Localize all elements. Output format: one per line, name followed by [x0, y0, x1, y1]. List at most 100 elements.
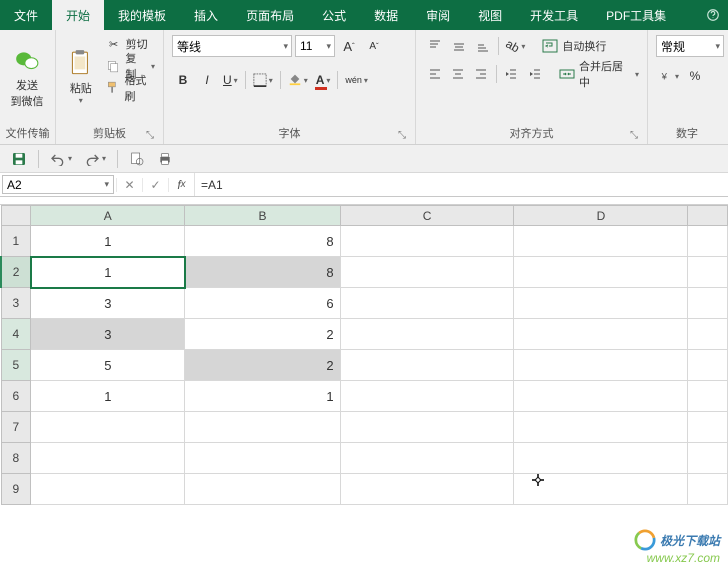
number-format-select[interactable]: 常规: [656, 35, 724, 57]
align-left-button[interactable]: [424, 63, 445, 85]
fill-color-button[interactable]: ▾: [285, 69, 311, 91]
cell-E5[interactable]: [688, 350, 728, 381]
tab-file[interactable]: 文件: [0, 0, 52, 30]
row-header-7[interactable]: 7: [1, 412, 31, 443]
cell-E7[interactable]: [688, 412, 728, 443]
cell-C2[interactable]: [340, 257, 514, 288]
tab-pdftools[interactable]: PDF工具集: [592, 0, 680, 30]
row-header-1[interactable]: 1: [1, 226, 31, 257]
bold-button[interactable]: B: [172, 69, 194, 91]
row-header-2[interactable]: 2: [1, 257, 31, 288]
cell-D1[interactable]: [514, 226, 688, 257]
insert-function-button[interactable]: fx: [168, 178, 194, 192]
format-painter-button[interactable]: 格式刷: [102, 77, 159, 99]
alignment-dialog-launcher[interactable]: ⤡: [627, 128, 641, 142]
select-all-button[interactable]: [1, 206, 31, 226]
cell-C5[interactable]: [340, 350, 514, 381]
cell-B6[interactable]: 1: [185, 381, 340, 412]
align-middle-button[interactable]: [448, 35, 470, 57]
cell-D7[interactable]: [514, 412, 688, 443]
font-family-select[interactable]: 等线: [172, 35, 292, 57]
row-header-9[interactable]: 9: [1, 474, 31, 505]
cell-E4[interactable]: [688, 319, 728, 350]
cell-B7[interactable]: [185, 412, 340, 443]
cell-E9[interactable]: [688, 474, 728, 505]
increase-font-button[interactable]: Aˆ: [338, 35, 360, 57]
align-right-button[interactable]: [471, 63, 492, 85]
cell-A6[interactable]: 1: [31, 381, 185, 412]
cell-D5[interactable]: [514, 350, 688, 381]
cell-C8[interactable]: [340, 443, 514, 474]
cell-B1[interactable]: 8: [185, 226, 340, 257]
row-header-5[interactable]: 5: [1, 350, 31, 381]
cell-A2[interactable]: 1: [31, 257, 185, 288]
print-preview-button[interactable]: [126, 148, 148, 170]
tab-view[interactable]: 视图: [464, 0, 516, 30]
cell-A5[interactable]: 5: [31, 350, 185, 381]
cell-C4[interactable]: [340, 319, 514, 350]
cell-B2[interactable]: 8: [185, 257, 340, 288]
increase-indent-button[interactable]: [524, 63, 545, 85]
cell-C3[interactable]: [340, 288, 514, 319]
column-header-B[interactable]: B: [185, 206, 340, 226]
align-bottom-button[interactable]: [472, 35, 494, 57]
row-header-4[interactable]: 4: [1, 319, 31, 350]
decrease-indent-button[interactable]: [501, 63, 522, 85]
column-header-D[interactable]: D: [514, 206, 688, 226]
formula-input[interactable]: =A1: [195, 173, 728, 196]
merge-center-button[interactable]: 合并后居中 ▾: [559, 63, 639, 85]
border-button[interactable]: ▾: [250, 69, 276, 91]
cell-D2[interactable]: [514, 257, 688, 288]
cell-A7[interactable]: [31, 412, 185, 443]
tab-home[interactable]: 开始: [52, 0, 104, 30]
tab-data[interactable]: 数据: [360, 0, 412, 30]
column-header-A[interactable]: A: [31, 206, 185, 226]
paste-button[interactable]: 粘贴 ▾: [60, 33, 102, 122]
cell-C1[interactable]: [340, 226, 514, 257]
cell-B9[interactable]: [185, 474, 340, 505]
tab-mytemplate[interactable]: 我的模板: [104, 0, 180, 30]
help-icon[interactable]: [698, 0, 728, 30]
cell-E2[interactable]: [688, 257, 728, 288]
undo-button[interactable]: ▾: [47, 148, 75, 170]
wrap-text-button[interactable]: 自动换行: [542, 35, 606, 57]
cell-B8[interactable]: [185, 443, 340, 474]
print-button[interactable]: [154, 148, 176, 170]
cell-D6[interactable]: [514, 381, 688, 412]
cell-C7[interactable]: [340, 412, 514, 443]
align-top-button[interactable]: [424, 35, 446, 57]
orientation-button[interactable]: ab▾: [503, 35, 528, 57]
tab-developer[interactable]: 开发工具: [516, 0, 592, 30]
align-center-button[interactable]: [447, 63, 468, 85]
clipboard-dialog-launcher[interactable]: ⤡: [143, 128, 157, 142]
decrease-font-button[interactable]: Aˇ: [363, 35, 385, 57]
font-color-button[interactable]: A ▾: [313, 69, 334, 91]
tab-pagelayout[interactable]: 页面布局: [232, 0, 308, 30]
cell-D9[interactable]: [514, 474, 688, 505]
name-box[interactable]: A2: [2, 175, 114, 194]
italic-button[interactable]: I: [196, 69, 218, 91]
cell-B4[interactable]: 2: [185, 319, 340, 350]
cell-E8[interactable]: [688, 443, 728, 474]
formula-cancel-button[interactable]: ✕: [116, 178, 142, 192]
cell-C6[interactable]: [340, 381, 514, 412]
font-dialog-launcher[interactable]: ⤡: [395, 128, 409, 142]
column-header-C[interactable]: C: [340, 206, 514, 226]
column-header-next[interactable]: [688, 206, 728, 226]
cell-A4[interactable]: 3: [31, 319, 185, 350]
cell-E1[interactable]: [688, 226, 728, 257]
phonetic-guide-button[interactable]: wén▾: [342, 69, 371, 91]
cell-B3[interactable]: 6: [185, 288, 340, 319]
row-header-6[interactable]: 6: [1, 381, 31, 412]
cell-A8[interactable]: [31, 443, 185, 474]
row-header-3[interactable]: 3: [1, 288, 31, 319]
underline-button[interactable]: U▾: [220, 69, 241, 91]
percent-button[interactable]: %: [684, 65, 706, 87]
formula-enter-button[interactable]: ✓: [142, 178, 168, 192]
tab-formulas[interactable]: 公式: [308, 0, 360, 30]
redo-button[interactable]: ▾: [81, 148, 109, 170]
send-to-wechat-button[interactable]: 发送 到微信: [4, 33, 50, 122]
cell-A9[interactable]: [31, 474, 185, 505]
row-header-8[interactable]: 8: [1, 443, 31, 474]
cell-D8[interactable]: [514, 443, 688, 474]
